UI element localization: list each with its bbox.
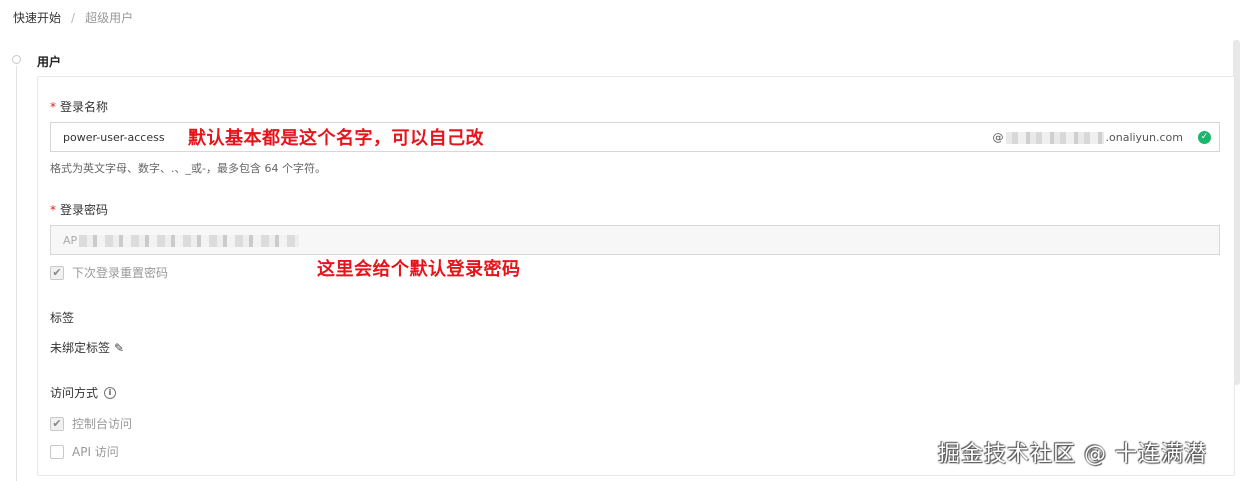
watermark: 掘金技术社区 @ 十连满潜 (938, 442, 1207, 467)
tags-value: 未绑定标签 (50, 341, 111, 355)
breadcrumb-home-link[interactable]: 快速开始 (13, 9, 61, 26)
edit-icon[interactable]: ✎ (114, 341, 124, 355)
step-indicator-dot (12, 55, 21, 64)
breadcrumb: 快速开始 / 超级用户 (13, 9, 133, 26)
api-access-label: API 访问 (72, 445, 119, 459)
tags-value-row: 未绑定标签 ✎ (50, 339, 124, 356)
blurred-domain (1005, 131, 1104, 144)
reset-password-checkbox[interactable]: ✔ 下次登录重置密码 (50, 264, 168, 281)
blurred-password (79, 234, 300, 247)
check-icon: ✔ (52, 417, 62, 430)
checkbox-box[interactable]: ✔ (50, 265, 64, 280)
checkbox-box[interactable]: ✔ (50, 416, 64, 431)
login-name-label: * 登录名称 (50, 100, 109, 114)
required-mark: * (50, 100, 56, 114)
login-domain-suffix: @ .onaliyun.com (992, 131, 1184, 144)
annotation-password-note: 这里会给个默认登录密码 (317, 259, 521, 280)
info-icon[interactable]: i (104, 386, 117, 399)
breadcrumb-current: 超级用户 (85, 11, 134, 25)
tags-label: 标签 (50, 311, 75, 325)
api-access-checkbox[interactable]: API 访问 (50, 443, 119, 460)
checkbox-box[interactable] (50, 444, 64, 459)
check-icon: ✔ (52, 266, 62, 279)
login-name-hint: 格式为英文字母、数字、.、_或-，最多包含 64 个字符。 (50, 162, 326, 175)
access-label-row: 访问方式 i (50, 384, 117, 401)
password-input[interactable]: AP (50, 225, 1220, 255)
access-label: 访问方式 (50, 386, 99, 400)
required-mark: * (50, 203, 56, 217)
section-title: 用户 (37, 55, 62, 69)
check-circle-icon: ✓ (1198, 131, 1211, 144)
reset-password-label: 下次登录重置密码 (72, 266, 169, 280)
password-value: AP (63, 234, 300, 247)
login-name-value: power-user-access (63, 131, 165, 144)
console-access-label: 控制台访问 (72, 417, 133, 431)
breadcrumb-separator: / (71, 10, 76, 25)
annotation-login-note: 默认基本都是这个名字，可以自己改 (188, 128, 484, 149)
step-indicator-line (16, 66, 17, 481)
password-label: * 登录密码 (50, 203, 109, 217)
console-access-checkbox[interactable]: ✔ 控制台访问 (50, 415, 132, 432)
